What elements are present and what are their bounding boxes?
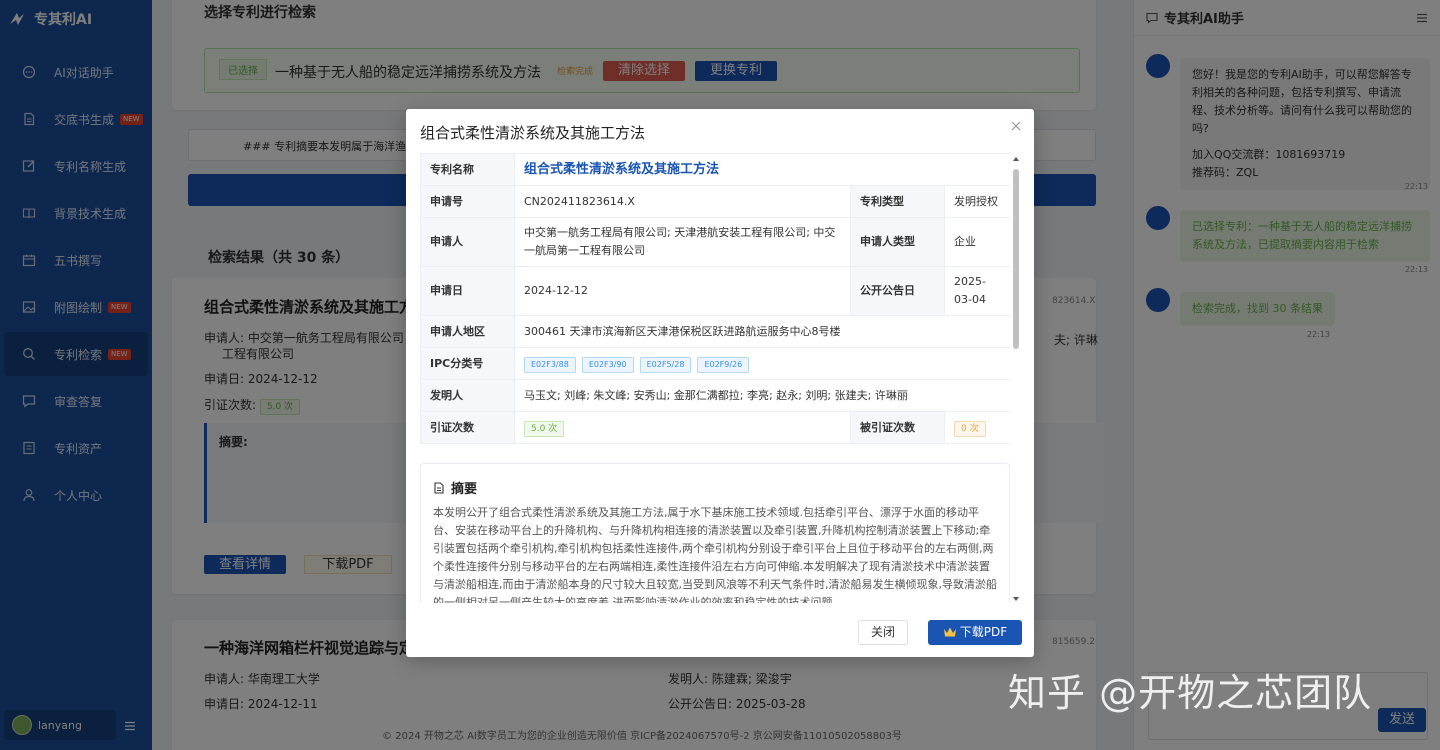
scroll-up-icon[interactable] bbox=[1013, 157, 1019, 161]
label-applicant-type: 申请人类型 bbox=[850, 217, 945, 267]
value-app-no: CN202411823614.X bbox=[514, 185, 851, 218]
ipc-tag: E02F3/90 bbox=[581, 356, 634, 373]
label-region: 申请人地区 bbox=[420, 315, 515, 348]
watermark: 知乎 @开物之芯团队 bbox=[1008, 671, 1373, 715]
value-app-date: 2024-12-12 bbox=[514, 266, 851, 316]
label-ipc: IPC分类号 bbox=[420, 347, 515, 380]
label-type: 专利类型 bbox=[850, 185, 945, 218]
modal-scrollbar[interactable] bbox=[1012, 155, 1020, 603]
table-row: 引证次数 5.0 次 被引证次数 0 次 bbox=[420, 411, 1010, 444]
patent-detail-modal: 组合式柔性清淤系统及其施工方法 专利名称 组合式柔性清淤系统及其施工方法 申请号… bbox=[406, 109, 1034, 657]
label-app-date: 申请日 bbox=[420, 266, 515, 316]
abstract-section: 摘要 本发明公开了组合式柔性清淤系统及其施工方法,属于水下基床施工技术领域.包括… bbox=[420, 463, 1010, 603]
value-applicant-type: 企业 bbox=[943, 217, 1010, 267]
abstract-title: 摘要 bbox=[451, 482, 478, 497]
ipc-tag: E02F5/28 bbox=[639, 356, 692, 373]
download-label: 下载PDF bbox=[959, 625, 1008, 639]
label-name: 专利名称 bbox=[420, 153, 515, 186]
table-row: 申请人地区 300461 天津市滨海新区天津港保税区跃进路航运服务中心8号楼 bbox=[420, 315, 1010, 348]
value-applicant: 中交第一航务工程局有限公司; 天津港航安装工程有限公司; 中交一航局第一工程有限… bbox=[514, 217, 851, 267]
label-inventor: 发明人 bbox=[420, 379, 515, 412]
table-row: 申请号 CN202411823614.X 专利类型 发明授权 bbox=[420, 185, 1010, 218]
ipc-tag: E02F9/26 bbox=[697, 356, 750, 373]
cited-tag: 0 次 bbox=[954, 420, 986, 437]
scroll-thumb[interactable] bbox=[1013, 169, 1019, 349]
table-row: 专利名称 组合式柔性清淤系统及其施工方法 bbox=[420, 153, 1010, 186]
value-ipc: E02F3/88 E02F3/90 E02F5/28 E02F9/26 bbox=[513, 347, 1010, 380]
modal-footer: 关闭 下载PDF bbox=[406, 609, 1034, 657]
close-icon[interactable] bbox=[1010, 120, 1022, 132]
table-row: 发明人 马玉文; 刘峰; 朱文峰; 安秀山; 金那仁满都拉; 李亮; 赵永; 刘… bbox=[420, 379, 1010, 412]
label-applicant: 申请人 bbox=[420, 217, 515, 267]
ipc-tag: E02F3/88 bbox=[524, 356, 576, 373]
value-cite: 5.0 次 bbox=[514, 411, 851, 444]
value-type: 发明授权 bbox=[943, 185, 1010, 218]
crown-icon bbox=[943, 626, 957, 638]
document-icon bbox=[433, 481, 445, 494]
scroll-down-icon[interactable] bbox=[1013, 597, 1019, 601]
download-pdf-button[interactable]: 下载PDF bbox=[928, 620, 1022, 645]
value-name: 组合式柔性清淤系统及其施工方法 bbox=[513, 153, 1010, 186]
modal-body: 专利名称 组合式柔性清淤系统及其施工方法 申请号 CN202411823614.… bbox=[420, 153, 1010, 603]
abstract-text: 本发明公开了组合式柔性清淤系统及其施工方法,属于水下基床施工技术领域.包括牵引平… bbox=[433, 506, 997, 603]
label-cite: 引证次数 bbox=[420, 411, 515, 444]
value-pub-date: 2025-03-04 bbox=[943, 266, 1010, 316]
table-row: IPC分类号 E02F3/88 E02F3/90 E02F5/28 E02F9/26 bbox=[420, 347, 1010, 380]
patent-name: 组合式柔性清淤系统及其施工方法 bbox=[524, 161, 720, 177]
value-cited: 0 次 bbox=[943, 411, 1010, 444]
abstract-heading: 摘要 bbox=[433, 478, 477, 497]
cite-tag: 5.0 次 bbox=[524, 420, 565, 437]
patent-info-table: 专利名称 组合式柔性清淤系统及其施工方法 申请号 CN202411823614.… bbox=[420, 153, 1010, 444]
label-app-no: 申请号 bbox=[420, 185, 515, 218]
table-row: 申请日 2024-12-12 公开公告日 2025-03-04 bbox=[420, 266, 1010, 316]
modal-title: 组合式柔性清淤系统及其施工方法 bbox=[420, 124, 646, 142]
table-row: 申请人 中交第一航务工程局有限公司; 天津港航安装工程有限公司; 中交一航局第一… bbox=[420, 217, 1010, 267]
value-region: 300461 天津市滨海新区天津港保税区跃进路航运服务中心8号楼 bbox=[513, 315, 1010, 348]
label-pub-date: 公开公告日 bbox=[850, 266, 945, 316]
label-cited: 被引证次数 bbox=[850, 411, 945, 444]
close-button[interactable]: 关闭 bbox=[858, 620, 908, 645]
value-inventor: 马玉文; 刘峰; 朱文峰; 安秀山; 金那仁满都拉; 李亮; 赵永; 刘明; 张… bbox=[513, 379, 1010, 412]
